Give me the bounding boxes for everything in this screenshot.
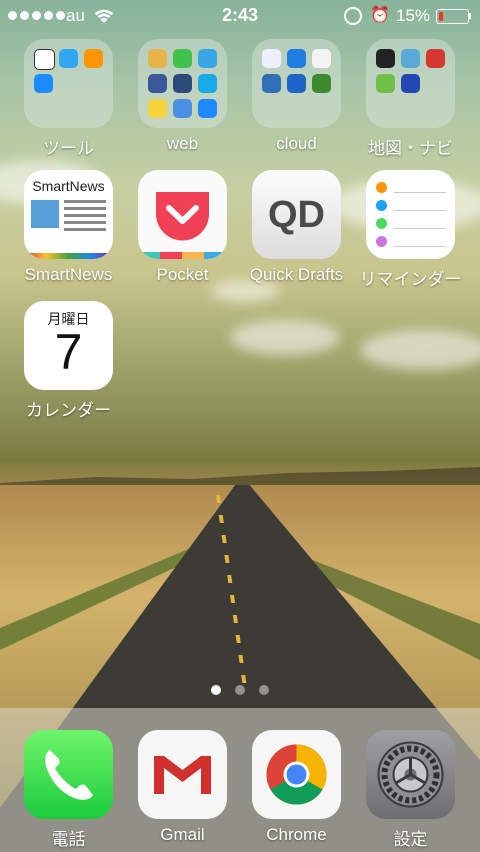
calendar-day: 7 <box>54 324 83 380</box>
page-dot[interactable] <box>235 685 245 695</box>
app-store-icon <box>34 74 53 93</box>
folder-label: ツール <box>43 139 94 158</box>
dock-gmail[interactable]: Gmail <box>138 730 227 845</box>
skype-app-icon <box>198 74 217 93</box>
folder-label: cloud <box>276 134 317 153</box>
reminders-icon <box>366 170 455 259</box>
evernote-app-icon <box>312 74 331 93</box>
app-label: 設定 <box>393 830 428 849</box>
app-label: Gmail <box>160 825 205 844</box>
app-label: Quick Drafts <box>249 265 344 284</box>
dock-chrome[interactable]: Chrome <box>252 730 341 845</box>
dock-phone[interactable]: 電話 <box>24 730 113 850</box>
app-smartnews[interactable]: SmartNews SmartNews <box>24 170 113 285</box>
google-maps-app-icon <box>376 74 395 93</box>
gmail-logo <box>154 756 211 794</box>
phone-icon <box>24 730 113 819</box>
phone-handset <box>45 750 93 800</box>
folder-icon <box>138 39 227 128</box>
status-bar: au 2:43 ⏰ 15% <box>0 0 480 32</box>
onedrive-app-icon <box>287 74 306 93</box>
smartnews-lines <box>64 200 106 203</box>
chrome-icon <box>252 730 341 819</box>
page-dot[interactable] <box>259 685 269 695</box>
notes-app-icon <box>262 49 281 68</box>
reminder-dot <box>376 236 387 247</box>
app-calendar[interactable]: 月曜日 7 カレンダー <box>24 301 113 421</box>
camera-app-icon <box>376 49 395 68</box>
alarm-icon: ⏰ <box>370 7 390 24</box>
app-reminders[interactable]: リマインダー <box>360 170 462 290</box>
reminder-dot <box>376 200 387 211</box>
pocket-icon <box>138 170 227 259</box>
page-dot[interactable] <box>211 685 221 695</box>
settings-icon <box>366 730 455 819</box>
app-label: カレンダー <box>26 401 111 420</box>
folder-label: 地図・ナビ <box>368 139 453 158</box>
chrome-logo <box>266 744 327 805</box>
calculator-app-icon <box>84 49 103 68</box>
train-app-icon <box>426 49 445 68</box>
rotation-lock-icon <box>344 7 362 25</box>
settings-gear <box>377 741 444 808</box>
navi-app-icon <box>401 74 420 93</box>
quick-drafts-tile-text: QD <box>268 194 325 236</box>
wallpaper-cloud <box>230 320 340 355</box>
safari-app-icon <box>198 99 217 118</box>
reminder-dot <box>376 218 387 229</box>
clock-app-icon <box>34 49 55 70</box>
reminder-dot <box>376 182 387 193</box>
folder-web[interactable]: web <box>138 39 227 154</box>
line-app-icon <box>173 49 192 68</box>
folder-icon <box>252 39 341 128</box>
app-label: リマインダー <box>359 270 462 289</box>
wallpaper-cloud <box>360 330 480 370</box>
smartnews-icon: SmartNews <box>24 170 113 259</box>
facebook-app-icon <box>148 74 167 93</box>
app-label: SmartNews <box>24 265 113 284</box>
smartnews-photo <box>31 200 59 228</box>
folder-cloud[interactable]: cloud <box>252 39 341 154</box>
twitter-app-icon <box>198 49 217 68</box>
pocket-logo <box>138 192 227 259</box>
photos-app-icon <box>262 74 281 93</box>
dropbox-app-icon <box>287 49 306 68</box>
maps-app-icon <box>401 49 420 68</box>
app-pocket[interactable]: Pocket <box>138 170 227 285</box>
folder-maps[interactable]: 地図・ナビ <box>366 39 455 159</box>
gmail-icon <box>138 730 227 819</box>
weather-app-icon <box>59 49 78 68</box>
battery-nub <box>469 13 471 19</box>
folder-tools[interactable]: ツール <box>24 39 113 159</box>
dock-settings[interactable]: 設定 <box>366 730 455 850</box>
google-drive-app-icon <box>312 49 331 68</box>
battery-percentage: 15% <box>396 6 431 25</box>
app-quick-drafts[interactable]: QD Quick Drafts <box>250 170 343 285</box>
folder-icon <box>366 39 455 128</box>
battery-icon <box>436 9 469 24</box>
smartnews-tile-text: SmartNews <box>32 178 105 194</box>
app-label: 電話 <box>51 830 86 849</box>
reminder-lines <box>394 192 446 193</box>
quick-drafts-icon: QD <box>252 170 341 259</box>
folder-label: web <box>166 134 199 153</box>
misc-app-icon <box>148 99 167 118</box>
page-indicator[interactable] <box>0 685 480 695</box>
calendar-icon: 月曜日 7 <box>24 301 113 390</box>
mixi-app-icon <box>148 49 167 68</box>
folder-icon <box>24 39 113 128</box>
app-label: Chrome <box>266 825 327 844</box>
battery-level-fill <box>439 12 443 21</box>
app-label: Pocket <box>156 265 209 284</box>
tumblr-app-icon <box>173 74 192 93</box>
mail-app-icon <box>173 99 192 118</box>
smartnews-color-bar <box>24 253 113 259</box>
